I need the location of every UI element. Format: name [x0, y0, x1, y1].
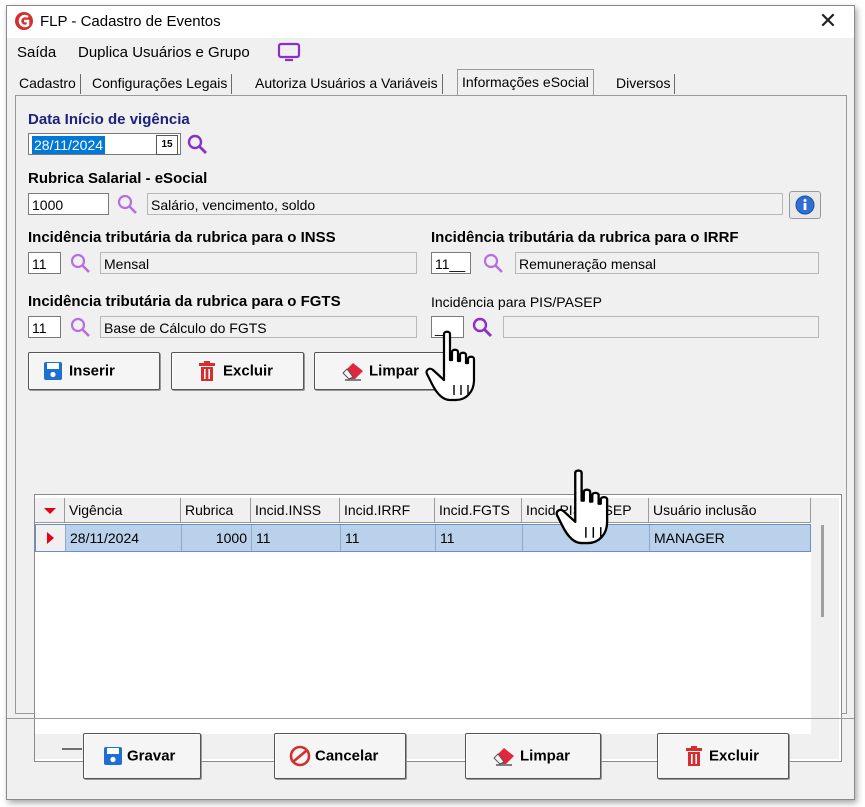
vertical-scroll-thumb[interactable]: [821, 525, 824, 617]
column-header-incid-irrf[interactable]: Incid.IRRF: [340, 498, 435, 522]
column-header-rubrica[interactable]: Rubrica: [181, 498, 251, 522]
close-button[interactable]: ✕: [814, 9, 842, 35]
limpar-label: Limpar: [369, 362, 420, 380]
pis-label: Incidência para PIS/PASEP: [431, 294, 602, 310]
row-pointer-icon: [47, 532, 54, 544]
inss-label: Incidência tributária da rubrica para o …: [28, 229, 336, 246]
rubrica-label: Rubrica Salarial - eSocial: [28, 170, 208, 187]
inserir-button[interactable]: Inserir: [28, 352, 160, 390]
rubrica-code-field[interactable]: 1000: [28, 193, 109, 215]
tab-diversos[interactable]: Diversos: [612, 74, 676, 94]
search-icon[interactable]: [186, 133, 208, 155]
trash-icon: [199, 361, 215, 381]
title-bar: FLP - Cadastro de Eventos ✕: [7, 6, 854, 38]
table-row[interactable]: 28/11/2024 1000 11 11 11 MANAGER: [35, 524, 811, 552]
hand-cursor-icon: [425, 330, 476, 402]
cancel-icon: [289, 745, 311, 767]
tab-configuracoes-legais[interactable]: Configurações Legais: [88, 74, 233, 94]
excluir-button[interactable]: Excluir: [171, 352, 304, 390]
tab-strip: Cadastro Configurações Legais Autoriza U…: [15, 69, 855, 95]
grid-header: Vigência Rubrica Incid.INSS Incid.IRRF I…: [35, 498, 811, 523]
cell-incid-inss: 11: [252, 525, 341, 551]
data-inicio-label: Data Início de vigência: [28, 111, 190, 128]
search-icon[interactable]: [482, 252, 504, 274]
excluir-footer-button[interactable]: Excluir: [657, 733, 789, 779]
row-indicator: [36, 525, 66, 551]
tab-autoriza-usuarios[interactable]: Autoriza Usuários a Variáveis: [251, 74, 443, 94]
fgts-description: Base de Cálculo do FGTS: [100, 316, 417, 338]
menu-item-duplica-usuarios[interactable]: Duplica Usuários e Grupo: [78, 44, 250, 61]
tab-cadastro[interactable]: Cadastro: [15, 74, 81, 94]
eraser-icon: [342, 363, 363, 381]
column-header-vigencia[interactable]: Vigência: [65, 498, 181, 522]
cell-incid-fgts: 11: [436, 525, 523, 551]
hand-cursor-icon: [555, 469, 609, 545]
excluir-footer-label: Excluir: [709, 747, 760, 765]
pis-description: [503, 316, 819, 338]
fgts-code-field[interactable]: 11: [28, 316, 61, 338]
cell-vigencia: 28/11/2024: [66, 525, 182, 551]
scrollbar-track: [811, 498, 839, 734]
cell-usuario: MANAGER: [654, 530, 725, 546]
gravar-button[interactable]: Gravar: [83, 733, 201, 779]
esocial-panel: Data Início de vigência 28/11/2024 15 Ru…: [15, 95, 847, 762]
cancelar-button[interactable]: Cancelar: [274, 733, 406, 779]
info-icon: [795, 195, 815, 215]
data-inicio-value: 28/11/2024: [32, 136, 106, 154]
window-title: FLP - Cadastro de Eventos: [40, 13, 221, 30]
info-button[interactable]: [789, 191, 821, 219]
menu-item-saida[interactable]: Saída: [17, 44, 56, 61]
inserir-label: Inserir: [69, 362, 115, 380]
cancelar-label: Cancelar: [315, 747, 379, 765]
sort-down-icon: [44, 508, 56, 514]
cell-rubrica: 1000: [182, 525, 252, 551]
limpar-footer-button[interactable]: Limpar: [465, 733, 601, 779]
inss-description: Mensal: [100, 252, 417, 274]
excluir-label: Excluir: [223, 362, 274, 380]
grid-header-indicator[interactable]: [35, 498, 65, 522]
footer-bar: Gravar Cancelar Limpar Excluir: [7, 718, 854, 800]
column-header-incid-fgts[interactable]: Incid.FGTS: [435, 498, 522, 522]
rubrica-description: Salário, vencimento, soldo: [147, 193, 783, 215]
limpar-footer-label: Limpar: [520, 747, 571, 765]
trash-icon: [686, 746, 702, 766]
search-icon[interactable]: [116, 193, 138, 215]
save-icon: [44, 362, 62, 380]
search-icon[interactable]: [69, 252, 91, 274]
search-icon[interactable]: [69, 316, 91, 338]
irrf-label: Incidência tributária da rubrica para o …: [431, 229, 739, 246]
save-icon: [104, 747, 122, 765]
irrf-code-field[interactable]: 11__: [431, 252, 471, 274]
menu-bar: Saída Duplica Usuários e Grupo: [7, 40, 854, 66]
monitor-icon[interactable]: [277, 41, 301, 63]
inss-code-field[interactable]: 11: [28, 252, 61, 274]
tab-informacoes-esocial[interactable]: Informações eSocial: [457, 69, 594, 95]
column-header-incid-inss[interactable]: Incid.INSS: [251, 498, 340, 522]
column-header-usuario[interactable]: Usuário inclusão: [649, 498, 811, 522]
eraser-icon: [493, 748, 514, 766]
irrf-description: Remuneração mensal: [515, 252, 819, 274]
app-logo-icon: [15, 12, 33, 30]
cell-incid-irrf: 11: [341, 525, 436, 551]
gravar-label: Gravar: [127, 747, 176, 765]
fgts-label: Incidência tributária da rubrica para o …: [28, 293, 341, 310]
calendar-icon[interactable]: 15: [156, 135, 178, 155]
